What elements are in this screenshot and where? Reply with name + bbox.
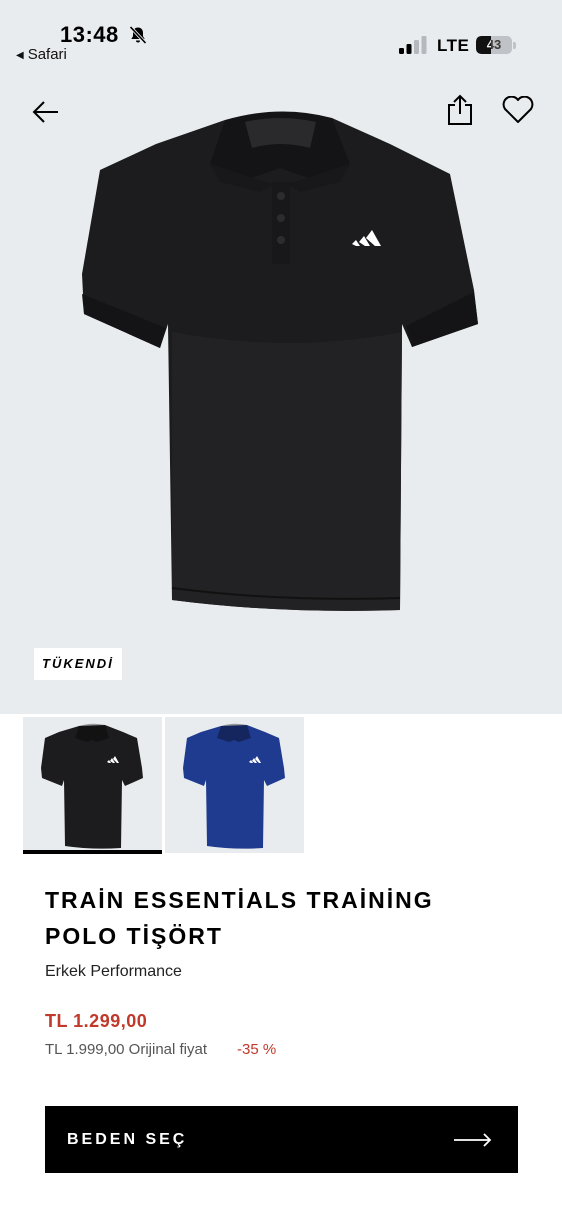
battery-icon: 43 xyxy=(476,36,512,54)
back-button[interactable] xyxy=(26,92,66,132)
share-button[interactable] xyxy=(440,90,480,130)
bell-slash-icon xyxy=(129,25,147,45)
product-page: 13:48 ◀ Safari LTE 43 TÜKENDİ TRAİN ESSE… xyxy=(0,0,562,1221)
heart-icon xyxy=(502,96,534,123)
product-title-line1: TRAİN ESSENTİALS TRAİNİNG xyxy=(45,887,434,913)
color-thumbnails xyxy=(0,717,562,855)
product-title: TRAİN ESSENTİALS TRAİNİNG POLO TİŞÖRT xyxy=(45,882,465,954)
wishlist-button[interactable] xyxy=(498,90,538,130)
thumbnail-black[interactable] xyxy=(23,717,162,853)
select-size-label: BEDEN SEÇ xyxy=(67,1130,188,1148)
status-time: 13:48 xyxy=(60,22,119,47)
select-size-button[interactable]: BEDEN SEÇ xyxy=(45,1106,518,1173)
discount-badge: -35 % xyxy=(237,1041,277,1058)
status-bar: 13:48 ◀ Safari LTE 43 xyxy=(0,0,562,80)
selected-thumbnail-indicator xyxy=(23,850,162,854)
battery-nub xyxy=(513,42,516,49)
network-label: LTE xyxy=(437,36,470,55)
product-image[interactable]: TÜKENDİ xyxy=(0,80,562,714)
polo-thumbnail-black xyxy=(41,723,143,849)
share-icon xyxy=(448,94,472,125)
back-app-label: Safari xyxy=(27,46,67,63)
original-price: TL 1.999,00 Orijinal fiyat xyxy=(45,1041,208,1058)
polo-thumbnail-blue xyxy=(183,723,285,849)
back-to-safari[interactable]: ◀ Safari xyxy=(16,46,67,63)
back-arrow-icon xyxy=(32,101,58,123)
sale-price: TL 1.299,00 xyxy=(45,1011,148,1031)
battery-label: 43 xyxy=(486,37,502,52)
thumbnail-blue[interactable] xyxy=(165,717,304,853)
sold-out-badge: TÜKENDİ xyxy=(34,648,122,680)
arrow-right-icon xyxy=(454,1132,492,1147)
signal-icon xyxy=(399,36,427,54)
polo-shirt-image xyxy=(82,111,478,611)
product-category: Erkek Performance xyxy=(45,963,182,980)
product-title-line2: POLO TİŞÖRT xyxy=(45,923,223,949)
